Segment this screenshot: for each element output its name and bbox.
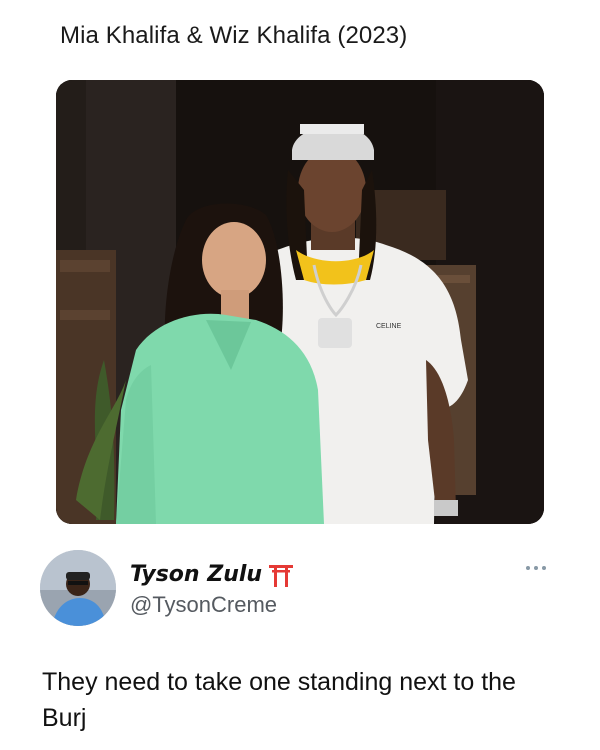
more-options-icon[interactable]: [526, 564, 552, 572]
user-handle[interactable]: @TysonCreme: [130, 592, 277, 618]
tweet-header: Tyson Zulu @TysonCreme: [40, 550, 560, 630]
display-name[interactable]: Tyson Zulu: [130, 562, 262, 587]
shirt-brand-text: CELINE: [376, 323, 402, 330]
user-avatar[interactable]: [40, 550, 116, 626]
torii-gate-icon: [268, 563, 294, 587]
post-caption: Mia Khalifa & Wiz Khalifa (2023): [60, 22, 408, 49]
tweet-text: They need to take one standing next to t…: [42, 668, 516, 732]
post-photo[interactable]: CELINE: [56, 80, 544, 524]
name-row: Tyson Zulu: [130, 562, 294, 587]
